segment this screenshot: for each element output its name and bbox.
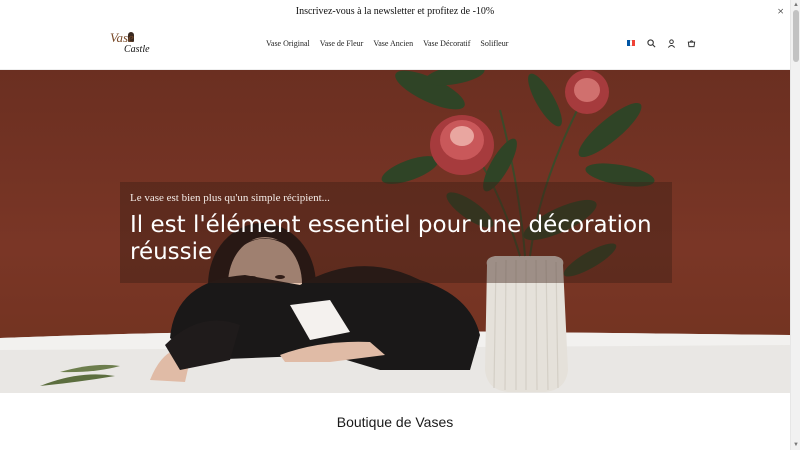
logo-line-2: Castle bbox=[124, 44, 150, 55]
scroll-up-icon[interactable]: ▲ bbox=[793, 2, 799, 8]
announcement-text: Inscrivez-vous à la newsletter et profit… bbox=[295, 5, 495, 17]
search-icon[interactable] bbox=[646, 38, 656, 48]
account-icon[interactable] bbox=[666, 38, 676, 48]
site-header: Vase Castle Vase Original Vase de Fleur … bbox=[0, 22, 790, 70]
header-icons bbox=[626, 38, 696, 48]
close-icon[interactable]: × bbox=[777, 4, 784, 18]
nav-vase-decoratif[interactable]: Vase Décoratif bbox=[423, 39, 470, 48]
section-title: Boutique de Vases bbox=[336, 414, 454, 430]
scroll-down-icon[interactable]: ▼ bbox=[793, 442, 799, 448]
logo[interactable]: Vase Castle bbox=[108, 30, 150, 60]
main-nav: Vase Original Vase de Fleur Vase Ancien … bbox=[266, 39, 508, 48]
hero-banner: Le vase est bien plus qu'un simple récip… bbox=[0, 70, 790, 393]
france-flag-icon[interactable] bbox=[626, 38, 636, 48]
announcement-bar: Inscrivez-vous à la newsletter et profit… bbox=[0, 0, 790, 22]
hero-title: Il est l'élément essentiel pour une déco… bbox=[130, 212, 652, 265]
hero-caption: Le vase est bien plus qu'un simple récip… bbox=[120, 182, 672, 283]
nav-vase-de-fleur[interactable]: Vase de Fleur bbox=[320, 39, 364, 48]
nav-vase-original[interactable]: Vase Original bbox=[266, 39, 310, 48]
page-scrollbar[interactable]: ▲ ▼ bbox=[790, 0, 800, 450]
cart-icon[interactable] bbox=[686, 38, 696, 48]
nav-solifleur[interactable]: Solifleur bbox=[480, 39, 508, 48]
scrollbar-thumb[interactable] bbox=[793, 10, 799, 62]
nav-vase-ancien[interactable]: Vase Ancien bbox=[373, 39, 413, 48]
hero-subtitle: Le vase est bien plus qu'un simple récip… bbox=[130, 192, 330, 204]
